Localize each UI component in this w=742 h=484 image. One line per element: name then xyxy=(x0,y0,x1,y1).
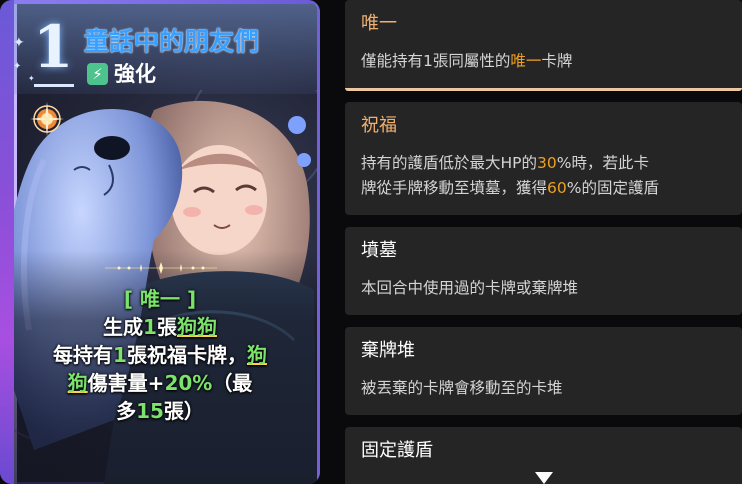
keyword-panel-unique: 唯一 僅能持有1張同屬性的唯一卡牌 xyxy=(345,0,742,91)
dog-card-link[interactable]: 狗 xyxy=(247,343,267,367)
keyword-title: 固定護盾 xyxy=(361,440,433,461)
sparkle-icon: ✦ xyxy=(28,74,35,83)
desc-line-4: 多15張） xyxy=(116,399,204,423)
keyword-title: 墳墓 xyxy=(361,240,397,261)
card[interactable]: 1 ✦ ✦ ✦ 童話中的朋友們 ⚡ 強化 [ 唯一 ] 生成1張狗狗 每持有1張… xyxy=(0,0,320,484)
card-title: 童話中的朋友們 xyxy=(84,27,260,56)
scroll-down-arrow-icon[interactable] xyxy=(535,472,553,484)
keyword-body: 僅能持有1張同屬性的唯一卡牌 xyxy=(361,52,573,70)
keyword-title: 唯一 xyxy=(361,13,397,34)
card-frame-left xyxy=(0,0,17,484)
lightning-bolt-icon: ⚡ xyxy=(87,63,108,85)
panel-accent xyxy=(345,88,742,91)
card-description: [ 唯一 ] 生成1張狗狗 每持有1張祝福卡牌，狗 狗傷害量+20%（最 多15… xyxy=(30,285,290,425)
desc-line-2: 每持有1張祝福卡牌，狗 xyxy=(53,343,267,367)
sparkle-icon: ✦ xyxy=(13,35,25,51)
sparkle-divider xyxy=(105,262,217,274)
dog-card-link[interactable]: 狗 xyxy=(68,371,88,395)
card-frame-right xyxy=(317,0,320,484)
keyword-body: 本回合中使用過的卡牌或棄牌堆 xyxy=(361,279,579,297)
desc-tag: [ 唯一 ] xyxy=(123,287,197,311)
keyword-panel-blessing: 祝福 持有的護盾低於最大HP的30%時，若此卡 牌從手牌移動至墳墓，獲得60%的… xyxy=(345,102,742,215)
cost-underline xyxy=(34,84,74,87)
keyword-title: 祝福 xyxy=(361,115,397,136)
keyword-title: 棄牌堆 xyxy=(361,340,415,361)
keyword-body: 被丟棄的卡牌會移動至的卡堆 xyxy=(361,379,563,397)
keyword-body: 持有的護盾低於最大HP的30%時，若此卡 牌從手牌移動至墳墓，獲得60%的固定護… xyxy=(361,154,659,197)
desc-line-3: 狗傷害量+20%（最 xyxy=(67,371,253,395)
card-type-label: 強化 xyxy=(114,62,156,86)
card-cost: 1 xyxy=(33,13,74,81)
sparkle-icon: ✦ xyxy=(13,61,22,72)
desc-line-1: 生成1張狗狗 xyxy=(103,315,217,339)
compass-sigil-icon xyxy=(30,102,64,136)
keyword-panel-graveyard: 墳墓 本回合中使用過的卡牌或棄牌堆 xyxy=(345,227,742,315)
dog-card-link[interactable]: 狗狗 xyxy=(177,315,217,339)
keyword-panel-discard-pile: 棄牌堆 被丟棄的卡牌會移動至的卡堆 xyxy=(345,327,742,415)
